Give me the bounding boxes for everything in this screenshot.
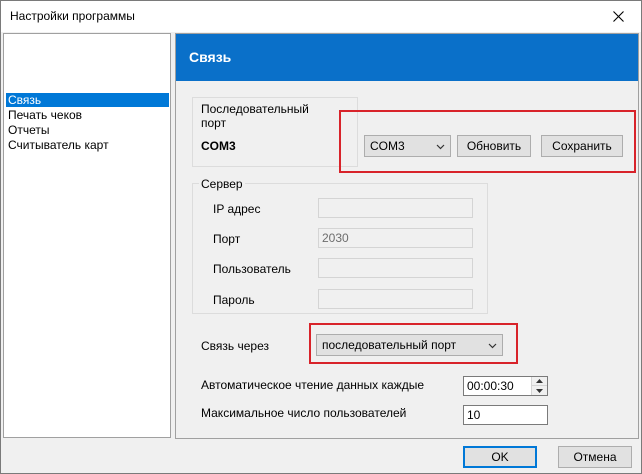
caret-up-icon bbox=[536, 379, 543, 383]
save-button[interactable]: Сохранить bbox=[541, 135, 623, 157]
nav-item-receipt-printing[interactable]: Печать чеков bbox=[6, 108, 169, 122]
chevron-down-icon bbox=[488, 343, 497, 349]
auto-read-interval-spinner[interactable]: 00:00:30 bbox=[463, 376, 548, 396]
serial-port-group-label: Последовательный порт bbox=[199, 102, 339, 130]
serial-port-select-value: COM3 bbox=[370, 139, 405, 153]
settings-panel: Связь Последовательный порт COM3 COM3 Об… bbox=[175, 33, 639, 439]
connection-via-select[interactable]: последовательный порт bbox=[316, 334, 503, 356]
close-button[interactable] bbox=[595, 1, 641, 32]
port-input[interactable]: 2030 bbox=[318, 228, 473, 248]
port-label: Порт bbox=[213, 232, 241, 246]
panel-header: Связь bbox=[176, 34, 638, 81]
refresh-button[interactable]: Обновить bbox=[457, 135, 531, 157]
ip-address-input[interactable] bbox=[318, 198, 473, 218]
window-title: Настройки программы bbox=[10, 9, 135, 23]
max-users-input[interactable]: 10 bbox=[463, 405, 548, 425]
connection-via-label: Связь через bbox=[201, 339, 270, 353]
ip-address-label: IP адрес bbox=[213, 202, 261, 216]
current-port-value: COM3 bbox=[201, 139, 236, 153]
settings-nav-list: Связь Печать чеков Отчеты Считыватель ка… bbox=[3, 33, 171, 438]
nav-item-reports[interactable]: Отчеты bbox=[6, 123, 169, 137]
max-users-label: Максимальное число пользователей bbox=[201, 406, 407, 420]
spin-buttons bbox=[531, 377, 547, 395]
password-input[interactable] bbox=[318, 289, 473, 309]
title-bar: Настройки программы bbox=[1, 1, 641, 32]
username-input[interactable] bbox=[318, 258, 473, 278]
server-group-label: Сервер bbox=[199, 177, 245, 191]
close-icon bbox=[612, 11, 624, 22]
nav-item-card-reader[interactable]: Считыватель карт bbox=[6, 138, 169, 152]
cancel-button[interactable]: Отмена bbox=[558, 446, 632, 468]
auto-read-interval-label: Автоматическое чтение данных каждые bbox=[201, 378, 425, 392]
ok-button[interactable]: OK bbox=[463, 446, 537, 468]
panel-title: Связь bbox=[189, 49, 232, 65]
spin-down-button[interactable] bbox=[532, 386, 547, 395]
dialog-body: Связь Печать чеков Отчеты Считыватель ка… bbox=[1, 32, 641, 473]
spin-up-button[interactable] bbox=[532, 377, 547, 386]
auto-read-interval-value: 00:00:30 bbox=[467, 379, 514, 393]
nav-item-connection[interactable]: Связь bbox=[6, 93, 169, 107]
chevron-down-icon bbox=[436, 144, 445, 150]
settings-window: Настройки программы Связь Печать чеков О… bbox=[0, 0, 642, 474]
password-label: Пароль bbox=[213, 293, 255, 307]
username-label: Пользователь bbox=[213, 262, 291, 276]
caret-down-icon bbox=[536, 388, 543, 393]
connection-via-select-value: последовательный порт bbox=[322, 338, 457, 352]
serial-port-select[interactable]: COM3 bbox=[364, 135, 451, 157]
